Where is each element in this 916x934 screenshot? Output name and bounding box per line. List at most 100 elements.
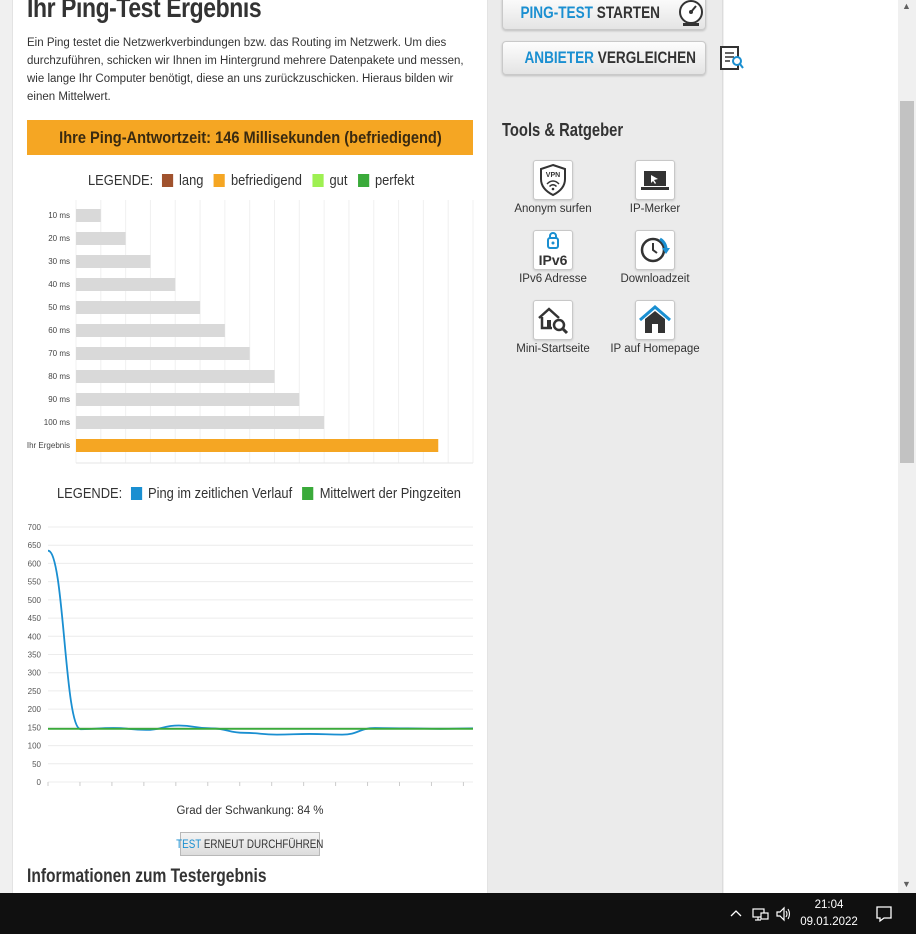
tool-label: Mini-Startseite — [516, 343, 590, 355]
download-clock-icon — [640, 237, 670, 263]
tool-ipv6-adresse[interactable]: IPv6 IPv6 Adresse — [503, 230, 603, 285]
y-tick-label: 300 — [28, 669, 42, 678]
legend-swatch — [302, 487, 314, 500]
y-tick-label: 600 — [28, 559, 42, 568]
y-tick-label: 50 — [32, 760, 41, 769]
bar — [76, 232, 126, 245]
y-tick-label: 100 — [28, 742, 42, 751]
legend-item-label: Ping im zeitlichen Verlauf — [148, 485, 293, 502]
house-search-icon — [538, 307, 569, 335]
bar-tick-label: Ihr Ergebnis — [27, 441, 70, 450]
legend-item: lang — [161, 172, 203, 189]
retest-button-label: TEST ERNEUT DURCHFÜHREN — [176, 837, 324, 851]
legend-item-label: gut — [329, 172, 348, 189]
network-icon[interactable] — [752, 906, 770, 922]
bar-tick-label: 10 ms — [48, 211, 70, 220]
y-tick-label: 450 — [28, 614, 42, 623]
browser-viewport: Ihr Ping-Test Ergebnis Ein Ping testet d… — [0, 0, 898, 893]
bar-tick-label: 60 ms — [48, 326, 70, 335]
legend-item-label: befriedigend — [230, 172, 302, 189]
legend-item: gut — [312, 172, 347, 189]
bar — [76, 347, 250, 360]
y-tick-label: 0 — [37, 778, 42, 787]
bar — [76, 278, 176, 291]
bar-tick-label: 70 ms — [48, 349, 70, 358]
bar — [76, 255, 151, 268]
page-title: Ihr Ping-Test Ergebnis — [27, 0, 262, 23]
legend-swatch — [312, 174, 324, 187]
ping-test-start-button[interactable]: PING-TEST STARTEN — [502, 0, 706, 30]
legend-item: Mittelwert der Pingzeiten — [302, 485, 461, 502]
bar — [76, 209, 101, 222]
windows-taskbar: 21:04 09.01.2022 — [0, 893, 916, 934]
scroll-up-arrow-icon[interactable]: ▲ — [902, 1, 911, 11]
tool-anonym-surfen[interactable]: VPN Anonym surfen — [503, 160, 603, 215]
tool-label: Anonym surfen — [514, 203, 592, 215]
tool-ip-merker[interactable]: IP-Merker — [605, 160, 705, 215]
series-line — [47, 549, 474, 736]
y-tick-label: 150 — [28, 723, 42, 732]
tool-mini-startseite[interactable]: Mini-Startseite — [503, 300, 603, 355]
bar — [76, 370, 275, 383]
y-tick-label: 250 — [28, 687, 42, 696]
y-tick-label: 200 — [28, 705, 42, 714]
tool-label: IP auf Homepage — [610, 343, 700, 355]
clock-date: 09.01.2022 — [800, 916, 858, 928]
bar-tick-label: 90 ms — [48, 395, 70, 404]
bar-tick-label: 30 ms — [48, 257, 70, 266]
legend-timeline-items: LEGENDE: Ping im zeitlichen Verlauf Mitte… — [57, 485, 471, 502]
legend-swatch — [161, 174, 174, 187]
tool-downloadzeit[interactable]: Downloadzeit — [605, 230, 705, 285]
speedometer-icon — [677, 0, 705, 28]
legend-swatch — [130, 487, 143, 500]
bar — [76, 393, 300, 406]
fluctuation-text: Grad der Schwankung: 84 % — [176, 805, 324, 817]
page-margin — [724, 0, 898, 893]
legend-item: befriedigend — [213, 172, 302, 189]
tool-label: IPv6 Adresse — [519, 273, 587, 285]
bar-tick-label: 80 ms — [48, 372, 70, 381]
retest-button[interactable]: TEST ERNEUT DURCHFÜHREN — [176, 832, 324, 856]
legend-item-label: perfekt — [374, 172, 415, 189]
bar — [76, 301, 201, 314]
scrollbar-thumb[interactable] — [900, 101, 914, 463]
ipv6-lock-icon: IPv6 — [539, 232, 568, 268]
show-hidden-icons-icon[interactable] — [728, 906, 744, 922]
ping-timeline-line-chart: 0 50 100 150 200 250 300 350 400 450 500 550 600 650 7… — [28, 523, 474, 787]
legend-swatch — [357, 174, 369, 187]
y-tick-label: 650 — [28, 541, 42, 550]
house-icon — [639, 305, 671, 333]
legend-swatch — [213, 174, 225, 187]
bar-tick-label: 50 ms — [48, 303, 70, 312]
clock-time: 21:04 — [814, 899, 844, 911]
y-tick-label: 550 — [28, 578, 42, 587]
vpn-shield-icon: VPN — [540, 163, 566, 197]
result-banner-text: Ihre Ping-Antwortzeit: 146 Millisekunden… — [58, 127, 442, 147]
ping-comparison-bar-chart: 10 ms 20 ms 30 ms 40 ms 50 ms 60 ms 70 ms 80 ms… — [27, 200, 474, 464]
y-tick-label: 400 — [28, 632, 42, 641]
y-tick-label: 500 — [28, 596, 42, 605]
legend-rating: LEGENDE: lang befriedigend gut perfekt — [88, 172, 480, 189]
bar-tick-label: 20 ms — [48, 234, 70, 243]
info-section-title: Informationen zum Testergebnis — [27, 866, 267, 887]
tool-label: Downloadzeit — [620, 273, 690, 285]
document-search-icon — [717, 43, 745, 73]
tools-title: Tools & Ratgeber — [502, 120, 624, 140]
intro-text: Ein Ping testet die Netzwerkverbindungen… — [27, 37, 464, 103]
taskbar-clock[interactable]: 21:04 09.01.2022 — [790, 897, 868, 931]
tool-ip-auf-homepage[interactable]: IP auf Homepage — [605, 300, 705, 355]
bar — [76, 324, 225, 337]
legend-label: LEGENDE: — [88, 172, 154, 189]
y-tick-label: 350 — [28, 651, 42, 660]
legend-item-label: Mittelwert der Pingzeiten — [319, 485, 461, 502]
notifications-icon[interactable] — [875, 905, 893, 923]
scroll-down-arrow-icon[interactable]: ▼ — [902, 879, 911, 889]
bar — [76, 439, 439, 452]
legend-item: perfekt — [357, 172, 415, 189]
legend-item: Ping im zeitlichen Verlauf — [130, 485, 293, 502]
compare-providers-button[interactable]: ANBIETER VERGLEICHEN — [502, 41, 745, 75]
vpn-text: VPN — [546, 172, 560, 179]
result-banner: Ihre Ping-Antwortzeit: 146 Millisekunden… — [27, 120, 473, 155]
bar — [76, 416, 325, 429]
vertical-scrollbar[interactable]: ▲ ▼ — [898, 0, 916, 893]
